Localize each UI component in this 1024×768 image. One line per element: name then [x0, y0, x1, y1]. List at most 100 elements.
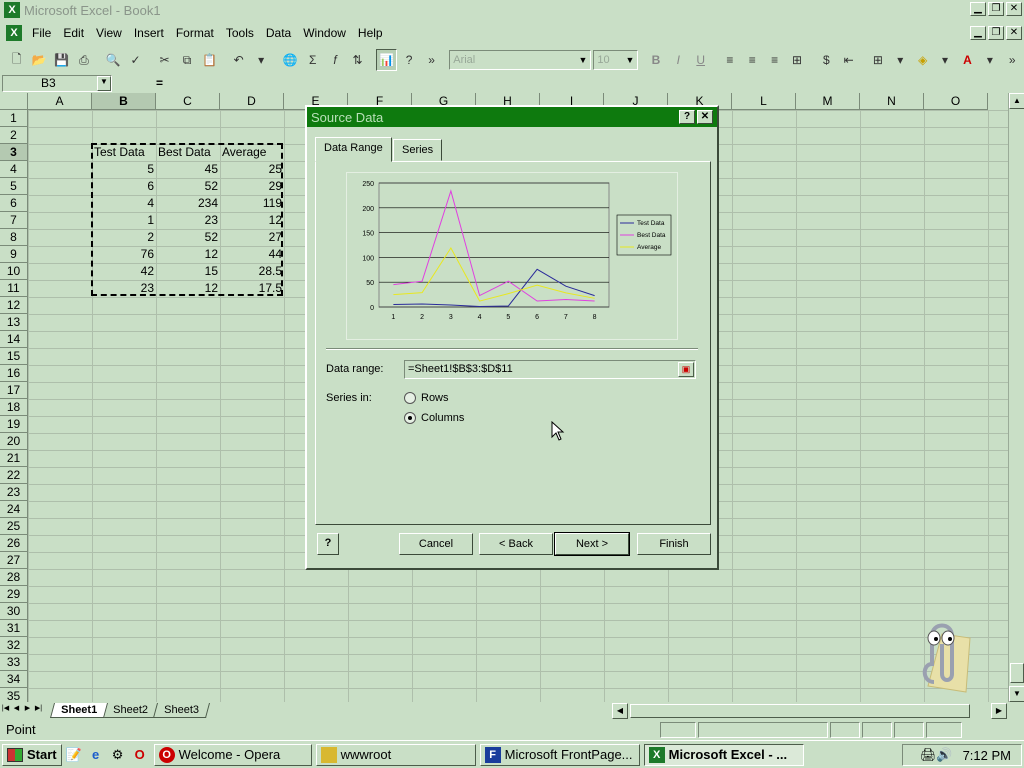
row-header-23[interactable]: 23 — [0, 484, 28, 501]
name-box[interactable]: B3 ▼ — [2, 74, 112, 92]
task-excel[interactable]: X Microsoft Excel - ... — [643, 743, 804, 766]
collapse-dialog-icon[interactable]: ▣ — [678, 362, 694, 377]
task-wwwroot[interactable]: wwwroot — [315, 743, 476, 766]
row-header-9[interactable]: 9 — [0, 246, 28, 263]
sort-icon[interactable]: ⇅ — [347, 49, 368, 71]
doc-restore-button[interactable]: ❐ — [988, 26, 1004, 40]
row-header-31[interactable]: 31 — [0, 620, 28, 637]
toolbar-options-icon[interactable]: » — [1002, 49, 1023, 71]
function-icon[interactable]: f — [324, 49, 345, 71]
row-header-25[interactable]: 25 — [0, 518, 28, 535]
name-box-dropdown-icon[interactable]: ▼ — [97, 75, 111, 91]
row-header-16[interactable]: 16 — [0, 365, 28, 382]
print-preview-icon[interactable]: 🔍 — [102, 49, 123, 71]
cancel-button[interactable]: Cancel — [399, 533, 473, 555]
menu-insert[interactable]: Insert — [134, 26, 164, 40]
scroll-down-icon[interactable]: ▼ — [1009, 686, 1024, 702]
merge-center-icon[interactable]: ⊞ — [786, 49, 807, 71]
row-header-4[interactable]: 4 — [0, 161, 28, 178]
row-header-15[interactable]: 15 — [0, 348, 28, 365]
last-sheet-icon[interactable]: ▶| — [33, 703, 44, 717]
row-header-12[interactable]: 12 — [0, 297, 28, 314]
tab-series[interactable]: Series — [393, 139, 443, 161]
row-header-11[interactable]: 11 — [0, 280, 28, 297]
menu-view[interactable]: View — [96, 26, 122, 40]
task-frontpage[interactable]: F Microsoft FrontPage... — [479, 743, 640, 766]
currency-icon[interactable]: $ — [816, 49, 837, 71]
menu-edit[interactable]: Edit — [63, 26, 84, 40]
dialog-title-bar[interactable]: Source Data ? ✕ — [307, 107, 717, 127]
column-header-a[interactable]: A — [28, 93, 92, 110]
workbook-icon[interactable]: X — [6, 25, 22, 41]
align-left-icon[interactable]: ≡ — [719, 49, 740, 71]
doc-minimize-button[interactable]: ▁ — [970, 26, 986, 40]
chart-wizard-icon[interactable]: 📊 — [376, 49, 398, 71]
task-opera[interactable]: O Welcome - Opera — [153, 743, 312, 766]
vertical-scrollbar[interactable]: ▲ ▼ — [1008, 93, 1024, 702]
undo-icon[interactable]: ↶ — [228, 49, 249, 71]
row-header-21[interactable]: 21 — [0, 450, 28, 467]
row-header-10[interactable]: 10 — [0, 263, 28, 280]
row-header-34[interactable]: 34 — [0, 671, 28, 688]
font-color-dropdown-icon[interactable]: ▾ — [979, 49, 1000, 71]
scroll-right-icon[interactable]: ▶ — [991, 702, 1007, 719]
menu-data[interactable]: Data — [266, 26, 291, 40]
restore-button[interactable]: ❐ — [988, 2, 1004, 16]
cut-icon[interactable]: ✂ — [154, 49, 175, 71]
column-header-c[interactable]: C — [156, 93, 220, 110]
font-size-combo[interactable]: 10 ▼ — [593, 50, 639, 70]
menu-help[interactable]: Help — [358, 26, 383, 40]
fill-color-icon[interactable]: ◈ — [912, 49, 933, 71]
font-color-icon[interactable]: A — [957, 49, 978, 71]
row-header-1[interactable]: 1 — [0, 110, 28, 127]
row-header-35[interactable]: 35 — [0, 688, 28, 702]
dialog-close-icon[interactable]: ✕ — [697, 110, 713, 124]
row-header-13[interactable]: 13 — [0, 314, 28, 331]
underline-icon[interactable]: U — [690, 49, 711, 71]
radio-columns-circle[interactable] — [404, 412, 416, 424]
bold-icon[interactable]: B — [645, 49, 666, 71]
column-header-o[interactable]: O — [924, 93, 988, 110]
hyperlink-icon[interactable]: 🌐 — [280, 49, 301, 71]
undo-dropdown-icon[interactable]: ▾ — [250, 49, 271, 71]
autosum-icon[interactable]: Σ — [302, 49, 323, 71]
row-header-24[interactable]: 24 — [0, 501, 28, 518]
row-header-20[interactable]: 20 — [0, 433, 28, 450]
row-header-26[interactable]: 26 — [0, 535, 28, 552]
row-header-33[interactable]: 33 — [0, 654, 28, 671]
start-button[interactable]: Start — [2, 743, 62, 766]
row-header-2[interactable]: 2 — [0, 127, 28, 144]
prev-sheet-icon[interactable]: ◀ — [11, 703, 22, 717]
row-header-14[interactable]: 14 — [0, 331, 28, 348]
column-header-m[interactable]: M — [796, 93, 860, 110]
office-assistant-clippy-icon[interactable] — [908, 612, 972, 696]
back-button[interactable]: < Back — [479, 533, 553, 555]
row-header-6[interactable]: 6 — [0, 195, 28, 212]
menu-window[interactable]: Window — [303, 26, 346, 40]
finish-button[interactable]: Finish — [637, 533, 711, 555]
radio-rows[interactable]: Rows — [404, 392, 449, 404]
scroll-left-icon[interactable]: ◀ — [612, 702, 628, 719]
row-header-27[interactable]: 27 — [0, 552, 28, 569]
row-header-28[interactable]: 28 — [0, 569, 28, 586]
row-header-8[interactable]: 8 — [0, 229, 28, 246]
row-header-22[interactable]: 22 — [0, 467, 28, 484]
office-assistant-help-button[interactable]: ? — [317, 533, 339, 555]
row-header-3[interactable]: 3 — [0, 144, 28, 161]
scroll-up-icon[interactable]: ▲ — [1009, 93, 1024, 109]
sheet-tab-3[interactable]: Sheet3 — [152, 702, 210, 718]
decrease-indent-icon[interactable]: ⇤ — [838, 49, 859, 71]
close-button[interactable]: ✕ — [1006, 2, 1022, 16]
menu-tools[interactable]: Tools — [226, 26, 254, 40]
align-center-icon[interactable]: ≡ — [742, 49, 763, 71]
row-header-32[interactable]: 32 — [0, 637, 28, 654]
save-icon[interactable]: 💾 — [51, 49, 72, 71]
row-header-18[interactable]: 18 — [0, 399, 28, 416]
borders-dropdown-icon[interactable]: ▾ — [890, 49, 911, 71]
open-icon[interactable]: 📂 — [28, 49, 49, 71]
opera-quicklaunch-icon[interactable]: O — [130, 745, 150, 765]
radio-columns[interactable]: Columns — [404, 412, 464, 424]
sheet-tab-2[interactable]: Sheet2 — [102, 702, 159, 718]
row-header-29[interactable]: 29 — [0, 586, 28, 603]
copy-icon[interactable]: ⧉ — [176, 49, 197, 71]
